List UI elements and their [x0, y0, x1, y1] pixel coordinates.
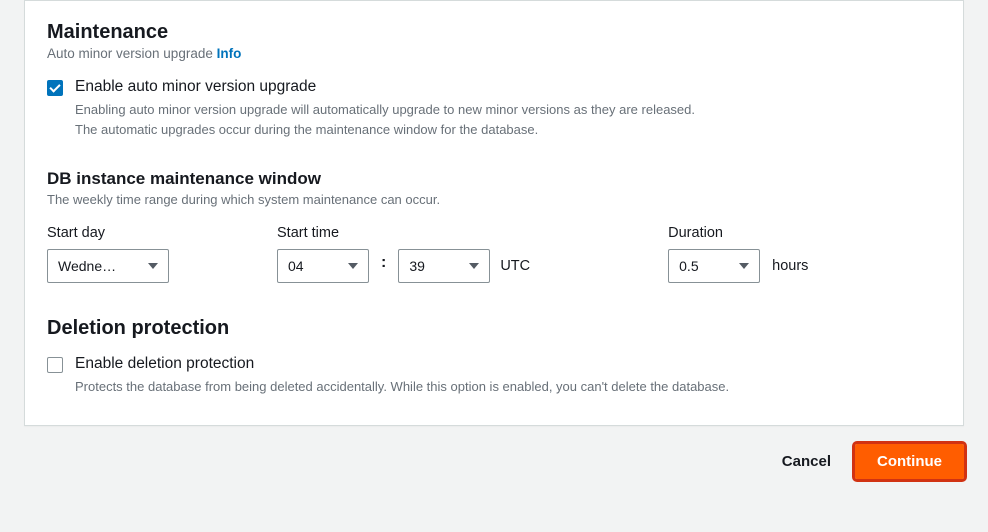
footer-actions: Cancel Continue [0, 444, 988, 479]
maintenance-title: Maintenance [47, 1, 941, 46]
start-day-value: Wedne… [58, 258, 116, 274]
maintenance-window-fields: Start day Wedne… Start time 04 : 39 UTC [47, 225, 941, 283]
settings-panel: Maintenance Auto minor version upgrade I… [24, 0, 964, 426]
chevron-down-icon [739, 263, 749, 269]
auto-upgrade-label: Enable auto minor version upgrade [75, 77, 715, 97]
timezone-label: UTC [500, 258, 530, 274]
deletion-desc: Protects the database from being deleted… [75, 377, 729, 397]
deletion-label: Enable deletion protection [75, 354, 729, 374]
duration-unit: hours [772, 258, 808, 274]
start-hour-select[interactable]: 04 [277, 249, 369, 283]
maintenance-subhead: Auto minor version upgrade Info [47, 46, 941, 61]
maintenance-window-desc: The weekly time range during which syste… [47, 192, 941, 207]
deletion-checkbox[interactable] [47, 357, 63, 373]
auto-upgrade-desc: Enabling auto minor version upgrade will… [75, 100, 715, 139]
start-time-label: Start time [277, 225, 530, 241]
auto-upgrade-subhead: Auto minor version upgrade [47, 46, 213, 61]
duration-value: 0.5 [679, 258, 698, 274]
deletion-title: Deletion protection [47, 317, 941, 340]
start-minute-select[interactable]: 39 [398, 249, 490, 283]
deletion-row: Enable deletion protection Protects the … [47, 354, 941, 397]
chevron-down-icon [469, 263, 479, 269]
start-day-select[interactable]: Wedne… [47, 249, 169, 283]
chevron-down-icon [348, 263, 358, 269]
start-day-label: Start day [47, 225, 169, 241]
maintenance-window-title: DB instance maintenance window [47, 169, 941, 189]
duration-label: Duration [668, 225, 808, 241]
chevron-down-icon [148, 263, 158, 269]
info-link[interactable]: Info [217, 46, 242, 61]
start-minute-value: 39 [409, 258, 425, 274]
auto-upgrade-row: Enable auto minor version upgrade Enabli… [47, 77, 941, 139]
start-hour-value: 04 [288, 258, 304, 274]
auto-upgrade-checkbox[interactable] [47, 80, 63, 96]
continue-button[interactable]: Continue [855, 444, 964, 479]
cancel-button[interactable]: Cancel [776, 445, 837, 478]
time-separator: : [379, 254, 388, 279]
duration-select[interactable]: 0.5 [668, 249, 760, 283]
